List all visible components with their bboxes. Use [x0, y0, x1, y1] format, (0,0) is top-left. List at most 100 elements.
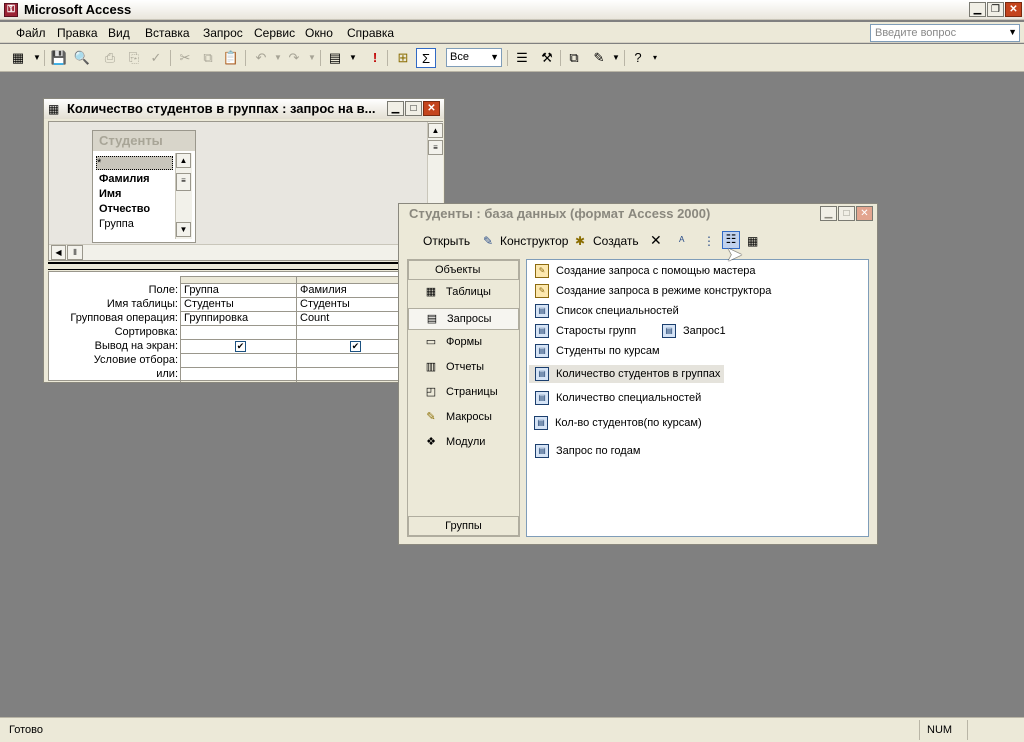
list-item-design[interactable]: ✎ Создание запроса в режиме конструктора [529, 282, 771, 300]
query-minimize-button[interactable]: ▁ [387, 101, 404, 116]
scroll-up-icon[interactable]: ▲ [428, 123, 443, 138]
field-item-all[interactable]: * [96, 156, 173, 170]
save-icon[interactable]: 💾 [49, 48, 69, 68]
top-values-select[interactable]: Все ▼ [446, 48, 502, 67]
chevron-down-icon[interactable]: ▼ [490, 51, 499, 64]
groups-button[interactable]: Группы [408, 516, 519, 536]
database-window-icon[interactable]: ⧉ [564, 48, 584, 68]
scroll-thumb[interactable]: ⦀ [67, 245, 83, 260]
build-icon[interactable]: ⚒ [537, 48, 557, 68]
list-item[interactable]: ▤ Запрос1 [656, 322, 726, 340]
large-icons-icon[interactable]: ᴬ [679, 234, 684, 248]
menu-tools[interactable]: Сервис [254, 26, 295, 40]
show-checkbox[interactable]: ✔ [350, 341, 361, 352]
grid-cell-field[interactable]: Группа [184, 284, 219, 296]
pane-splitter[interactable] [48, 262, 443, 270]
show-checkbox[interactable]: ✔ [235, 341, 246, 352]
scroll-thumb[interactable]: ≡ [176, 173, 191, 191]
field-list-scrollbar[interactable]: ▲ ≡ ▼ [175, 153, 192, 239]
view-icon[interactable]: ▦ [8, 48, 28, 68]
run-icon[interactable]: ! [365, 48, 385, 68]
menu-edit[interactable]: Правка [57, 26, 98, 40]
scroll-left-icon[interactable]: ◀ [51, 245, 66, 260]
grid-cell-table[interactable]: Студенты [184, 298, 234, 310]
list-item[interactable]: ▤ Запрос по годам [529, 442, 640, 460]
object-modules[interactable]: ❖ Модули [408, 432, 519, 454]
table-pane-hscroll[interactable]: ◀ ⦀ ▶ [49, 244, 427, 260]
object-pages[interactable]: ◰ Страницы [408, 382, 519, 404]
list-item[interactable]: ▤ Список специальностей [529, 302, 679, 320]
field-list-students[interactable]: Студенты * Фамилия Имя Отчество Группа ▲… [92, 130, 196, 243]
db-close-button[interactable]: ✕ [856, 206, 873, 221]
print-preview-icon[interactable]: 🔍 [72, 48, 92, 68]
copy-icon[interactable]: ⧉ [198, 48, 218, 68]
menu-insert[interactable]: Вставка [145, 26, 190, 40]
design-button[interactable]: Конструктор [500, 234, 568, 248]
query-type-dropdown-icon[interactable]: ▼ [343, 48, 363, 68]
menu-window[interactable]: Окно [305, 26, 333, 40]
query-type-icon[interactable]: ▤ [325, 48, 345, 68]
object-reports[interactable]: ▥ Отчеты [408, 357, 519, 379]
minimize-button[interactable]: ▁ [969, 2, 986, 17]
object-queries[interactable]: ▤ Запросы [408, 308, 519, 330]
paste-icon[interactable]: 📋 [221, 48, 241, 68]
query-close-button[interactable]: ✕ [423, 101, 440, 116]
field-item[interactable]: Фамилия [99, 173, 150, 185]
list-item-selected[interactable]: ▤ Количество студентов в группах [529, 365, 725, 383]
query-maximize-button[interactable]: □ [405, 101, 422, 116]
redo-dropdown-icon[interactable]: ▼ [302, 48, 322, 68]
redo-icon[interactable]: ↷ [284, 48, 304, 68]
toolbar-options-icon[interactable]: ▾ [645, 48, 665, 68]
query-window-titlebar[interactable]: ▦ Количество студентов в группах : запро… [44, 99, 444, 119]
spell-check-icon[interactable]: ✓ [146, 48, 166, 68]
field-item[interactable]: Группа [99, 218, 134, 230]
details-view-icon[interactable]: ▦ [747, 234, 758, 248]
list-item-wizard[interactable]: ✎ Создание запроса с помощью мастера [529, 262, 756, 280]
object-tables[interactable]: ▦ Таблицы [408, 282, 519, 304]
delete-icon[interactable]: ✕ [650, 232, 662, 249]
scroll-down-icon[interactable]: ▼ [176, 222, 191, 237]
list-item[interactable]: ▤ Старосты групп [529, 322, 636, 340]
db-maximize-button[interactable]: □ [838, 206, 855, 221]
field-item[interactable]: Отчество [99, 203, 150, 215]
menu-help[interactable]: Справка [347, 26, 394, 40]
print-preview-disabled-icon[interactable]: ⎘ [124, 48, 144, 68]
menu-query[interactable]: Запрос [203, 26, 243, 40]
list-item[interactable]: ▤ Кол-во студентов(по курсам) [528, 414, 702, 432]
access-key-icon[interactable]: ⚿ [4, 3, 18, 17]
scroll-thumb[interactable]: ≡ [428, 140, 443, 155]
menu-view[interactable]: Вид [108, 26, 130, 40]
list-item[interactable]: ▤ Студенты по курсам [529, 342, 660, 360]
grid-cell-table[interactable]: Студенты [300, 298, 350, 310]
print-icon[interactable]: ⎙ [100, 48, 120, 68]
list-item[interactable]: ▤ Количество специальностей [529, 389, 701, 407]
chevron-down-icon[interactable]: ▼ [1008, 26, 1017, 38]
object-macros[interactable]: ✎ Макросы [408, 407, 519, 429]
restore-button[interactable]: ❐ [987, 2, 1004, 17]
cut-icon[interactable]: ✂ [175, 48, 195, 68]
grid-cell-total[interactable]: Count [300, 312, 329, 324]
grid-cell-total[interactable]: Группировка [184, 312, 248, 324]
small-icons-icon[interactable]: ⋮ [703, 234, 715, 248]
db-minimize-button[interactable]: ▁ [820, 206, 837, 221]
properties-icon[interactable]: ☰ [512, 48, 532, 68]
grid-cell-field[interactable]: Фамилия [300, 284, 347, 296]
field-item[interactable]: Имя [99, 188, 121, 200]
toolbar-separator [624, 50, 625, 66]
objects-header[interactable]: Объекты [408, 260, 519, 280]
close-button[interactable]: ✕ [1005, 2, 1022, 17]
new-object-dropdown-icon[interactable]: ▼ [606, 48, 626, 68]
totals-icon[interactable]: Σ [416, 48, 436, 68]
scroll-up-icon[interactable]: ▲ [176, 153, 191, 168]
object-forms[interactable]: ▭ Формы [408, 332, 519, 354]
show-table-icon[interactable]: ⊞ [393, 48, 413, 68]
db-window-titlebar[interactable]: Студенты : база данных (формат Access 20… [399, 204, 877, 224]
design-query-icon: ✎ [535, 284, 549, 298]
menu-file[interactable]: Файл [16, 26, 46, 40]
status-bar: Готово NUM [0, 717, 1024, 742]
open-button[interactable]: Открыть [423, 234, 470, 248]
create-button[interactable]: Создать [593, 234, 639, 248]
macro-icon: ✎ [426, 411, 436, 423]
help-search-input[interactable]: Введите вопрос ▼ [870, 24, 1020, 42]
table-icon: ▦ [425, 286, 437, 298]
